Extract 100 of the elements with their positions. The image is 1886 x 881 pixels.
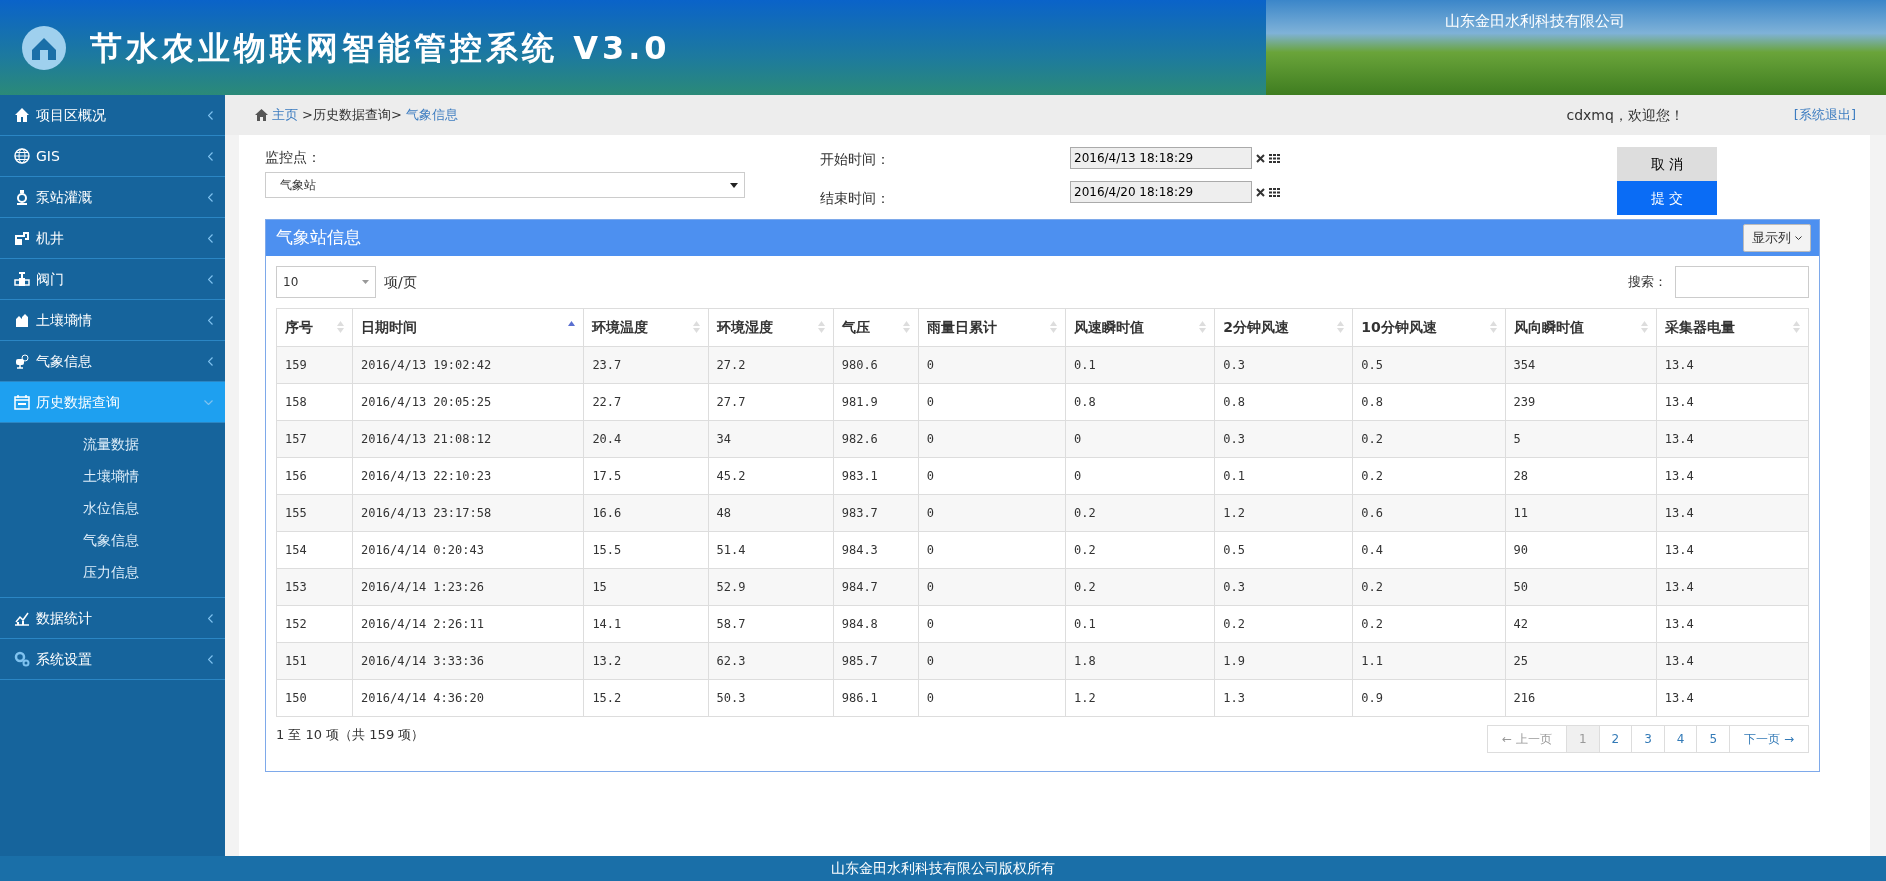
chevron-left-icon [208,151,213,161]
table-cell: 0.1 [1065,346,1215,384]
table-cell: 153 [276,568,353,606]
column-header[interactable]: 气压 [833,308,919,347]
chevron-down-icon [204,399,213,405]
table-cell: 2016/4/14 0:20:43 [352,531,584,569]
table-cell: 984.8 [833,605,919,643]
caret-icon [730,182,738,188]
field-label: 开始时间： [820,150,891,169]
breadcrumb-link[interactable]: 主页 [272,105,298,125]
sidebar-item[interactable]: GIS [0,136,225,177]
page-size-select[interactable]: 10 [276,266,376,298]
table-cell: 34 [708,420,834,458]
table-cell: 0.2 [1352,568,1506,606]
table-cell: 28 [1505,457,1657,495]
table-cell: 45.2 [708,457,834,495]
sidebar-item[interactable]: 土壤墒情 [0,300,225,341]
pagination-link[interactable]: 3 [1631,725,1665,753]
search-label: 搜索： [1628,273,1667,292]
cancel-button[interactable]: 取 消 [1617,147,1717,181]
station-select[interactable]: 气象站 [265,172,745,198]
date-input[interactable]: 2016/4/13 18:18:29 [1070,147,1252,169]
table-cell: 0.3 [1214,346,1353,384]
table-cell: 15 [583,568,709,606]
table-cell: 13.4 [1656,642,1809,680]
sidebar-subitem[interactable]: 压力信息 [0,557,225,589]
column-header[interactable]: 序号 [276,308,353,347]
grid-icon [1269,187,1281,197]
table-cell: 15.2 [583,679,709,717]
table-cell: 0.2 [1065,531,1215,569]
sort-icon [817,321,825,333]
sidebar-subitem[interactable]: 气象信息 [0,525,225,557]
table-cell: 50.3 [708,679,834,717]
chevron-left-icon [208,192,213,202]
table-cell: 0.3 [1214,420,1353,458]
column-header[interactable]: 日期时间 [352,308,584,347]
table-cell: 0.2 [1352,420,1506,458]
sidebar-subitem[interactable]: 土壤墒情 [0,461,225,493]
sidebar-item[interactable]: 阀门 [0,259,225,300]
table-cell: 13.4 [1656,568,1809,606]
sidebar-item[interactable]: 项目区概况 [0,95,225,136]
date-input[interactable]: 2016/4/20 18:18:29 [1070,181,1252,203]
table-cell: 25 [1505,642,1657,680]
table-cell: 152 [276,605,353,643]
table-cell: 1.9 [1214,642,1353,680]
table-cell: 0 [918,420,1066,458]
submit-button[interactable]: 提 交 [1617,181,1717,215]
pagination-link[interactable]: 2 [1598,725,1633,753]
column-header[interactable]: 雨量日累计 [918,308,1066,347]
table-cell: 13.2 [583,642,709,680]
sidebar-item[interactable]: 系统设置 [0,639,225,680]
table-cell: 2016/4/13 22:10:23 [352,457,584,495]
table-cell: 0 [918,605,1066,643]
column-header[interactable]: 采集器电量 [1656,308,1809,347]
table-cell: 0 [918,679,1066,717]
breadcrumb-link[interactable]: 气象信息 [405,105,458,125]
table-cell: 13.4 [1656,679,1809,717]
column-header[interactable]: 环境湿度 [708,308,834,347]
table-info: 1 至 10 项（共 159 项） [276,726,425,744]
search-input[interactable] [1675,266,1809,298]
table-cell: 155 [276,494,353,532]
columns-button[interactable]: 显示列 [1743,224,1811,252]
table-cell: 16.6 [583,494,709,532]
column-header[interactable]: 2分钟风速 [1214,308,1353,347]
sidebar-item[interactable]: 机井 [0,218,225,259]
buildings-icon [14,312,30,328]
faucet-icon [14,230,30,246]
sidebar-item[interactable]: 泵站灌溉 [0,177,225,218]
sort-icon [902,321,910,333]
table-cell: 5 [1505,420,1657,458]
table-cell: 51.4 [708,531,834,569]
pagination-link[interactable]: 5 [1696,725,1731,753]
table-cell: 13.4 [1656,605,1809,643]
table-cell: 0.2 [1065,568,1215,606]
chevron-left-icon [208,654,213,664]
pagination-link[interactable]: 4 [1663,725,1698,753]
table-cell: 13.4 [1656,383,1809,421]
logout-link[interactable]: [系统退出] [1793,105,1856,125]
table-cell: 980.6 [833,346,919,384]
chevron-left-icon [208,613,213,623]
column-header[interactable]: 环境温度 [583,308,709,347]
weather-icon [14,353,30,369]
home-icon [14,107,30,123]
table-cell: 2016/4/14 2:26:11 [352,605,584,643]
sidebar-subitem[interactable]: 流量数据 [0,429,225,461]
table-cell: 13.4 [1656,457,1809,495]
pagination-nav-link[interactable]: 下一页 → [1729,725,1809,753]
sidebar-item[interactable]: 数据统计 [0,598,225,639]
valve-icon [14,271,30,287]
column-header[interactable]: 风速瞬时值 [1065,308,1215,347]
column-header[interactable]: 风向瞬时值 [1505,308,1657,347]
column-header[interactable]: 10分钟风速 [1352,308,1506,347]
sidebar-subitem[interactable]: 水位信息 [0,493,225,525]
table-cell: 0 [918,346,1066,384]
sort-ascending-icon [568,321,576,326]
table-cell: 156 [276,457,353,495]
table-cell: 1.2 [1065,679,1215,717]
chevron-left-icon [208,233,213,243]
table-cell: 982.6 [833,420,919,458]
table-cell: 0.6 [1352,494,1506,532]
